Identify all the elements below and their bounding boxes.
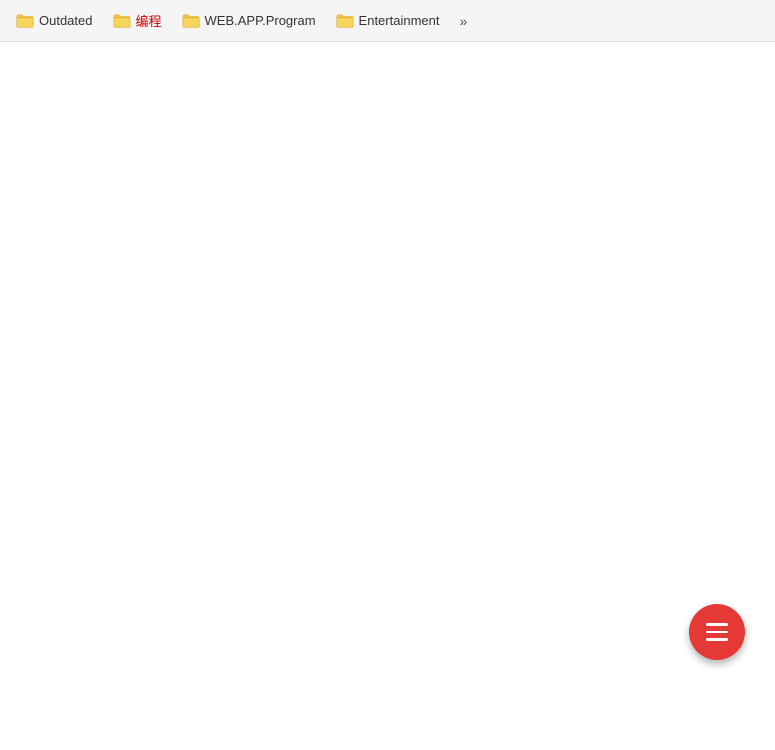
bookmark-item-biancheng[interactable]: 编程 [105,7,170,34]
folder-icon [182,13,200,29]
hamburger-icon [706,623,728,641]
folder-icon [113,13,131,29]
hamburger-line-3 [706,638,728,641]
bookmarks-more-button[interactable]: » [453,9,473,33]
bookmark-label-webappprogram: WEB.APP.Program [205,13,316,28]
folder-icon [16,13,34,29]
hamburger-line-1 [706,623,728,626]
main-content [0,42,775,750]
fab-menu-button[interactable] [689,604,745,660]
bookmark-item-outdated[interactable]: Outdated [8,9,101,33]
folder-icon [336,13,354,29]
bookmark-item-entertainment[interactable]: Entertainment [328,9,448,33]
bookmark-item-webappprogram[interactable]: WEB.APP.Program [174,9,324,33]
bookmark-label-entertainment: Entertainment [359,13,440,28]
bookmark-label-biancheng: 编程 [136,11,162,30]
hamburger-line-2 [706,631,728,634]
bookmarks-bar: Outdated 编程 WEB.APP.Program Entertainmen… [0,0,775,42]
bookmark-label-outdated: Outdated [39,13,93,28]
